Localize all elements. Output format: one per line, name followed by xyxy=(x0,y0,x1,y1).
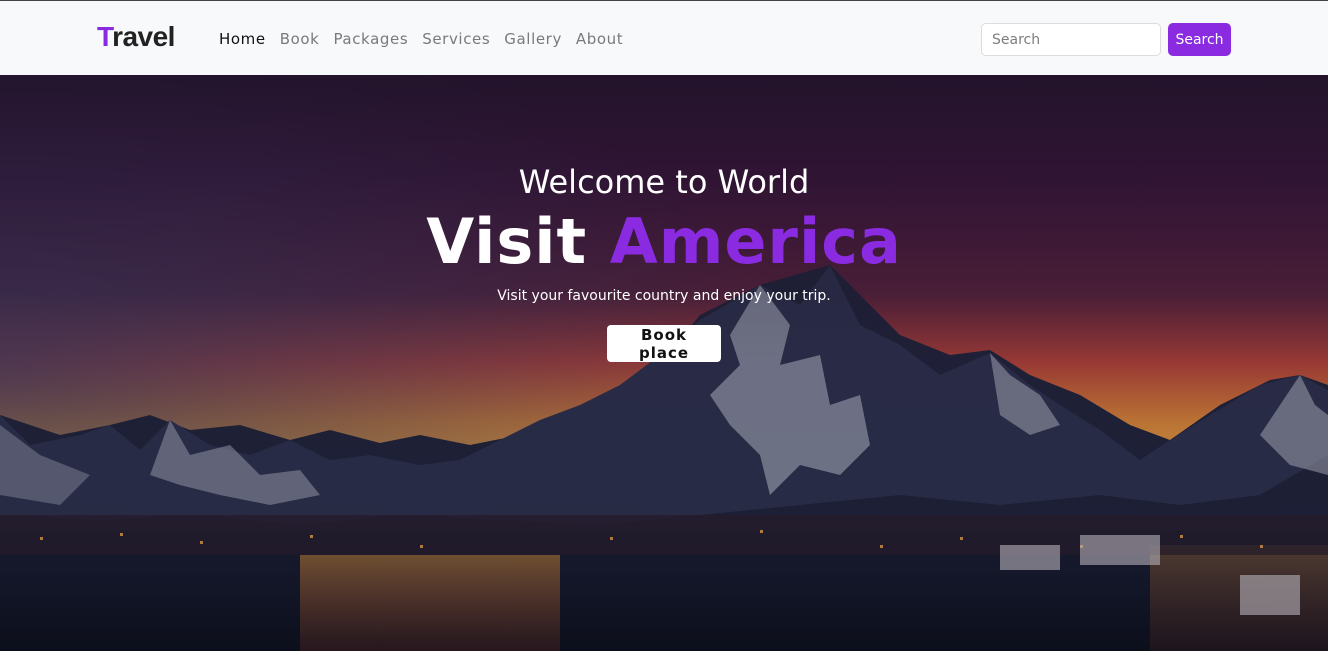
brand-initial: T xyxy=(97,21,113,52)
hero-banner: Welcome to World Visit America Visit you… xyxy=(0,75,1328,651)
hero-welcome-text: Welcome to World xyxy=(518,163,810,201)
navbar: Travel Home Book Packages Services Galle… xyxy=(0,0,1328,75)
search-input[interactable] xyxy=(981,23,1161,56)
brand-name: ravel xyxy=(112,21,175,52)
nav-item-gallery[interactable]: Gallery xyxy=(504,29,562,49)
nav-item-services[interactable]: Services xyxy=(422,29,490,49)
hero-headline: Visit America xyxy=(0,205,1328,278)
book-place-button[interactable]: Book place xyxy=(607,325,721,362)
nav-item-home[interactable]: Home xyxy=(219,29,266,49)
nav-links: Home Book Packages Services Gallery Abou… xyxy=(219,29,637,49)
search-button[interactable]: Search xyxy=(1168,23,1231,56)
nav-item-book[interactable]: Book xyxy=(280,29,320,49)
hero-headline-visit: Visit xyxy=(426,205,610,278)
nav-item-about[interactable]: About xyxy=(576,29,623,49)
brand-logo[interactable]: Travel xyxy=(97,19,175,55)
nav-item-packages[interactable]: Packages xyxy=(333,29,408,49)
hero-background-image xyxy=(0,75,1328,651)
hero-headline-country: America xyxy=(609,205,902,278)
hero-tagline: Visit your favourite country and enjoy y… xyxy=(497,288,831,304)
